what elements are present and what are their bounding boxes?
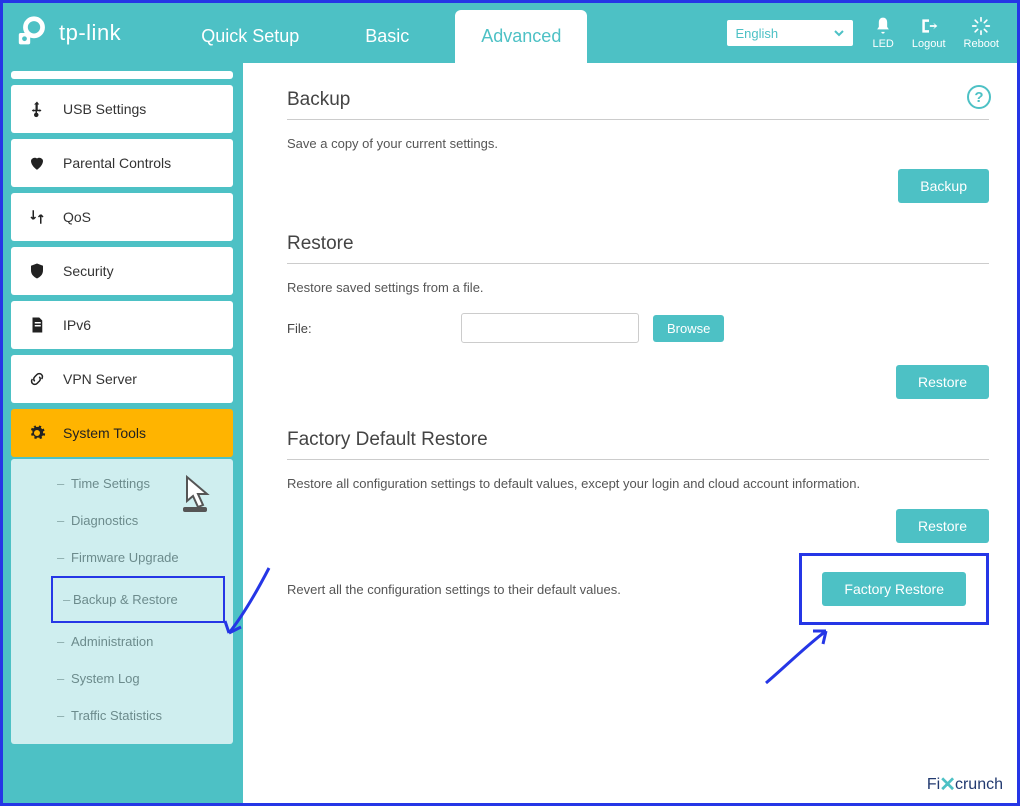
tab-advanced[interactable]: Advanced (455, 10, 587, 65)
logout-button[interactable]: Logout (912, 16, 946, 50)
reboot-icon (971, 16, 991, 36)
sidebar-item-vpn[interactable]: VPN Server (11, 355, 233, 403)
brand-name: tp-link (59, 20, 121, 46)
restore-button[interactable]: Restore (896, 365, 989, 399)
sidebar-item-qos[interactable]: QoS (11, 193, 233, 241)
reboot-button[interactable]: Reboot (964, 16, 999, 50)
submenu-diagnostics[interactable]: Diagnostics (11, 502, 233, 539)
tplink-logo-icon (15, 14, 53, 52)
document-icon (27, 315, 47, 335)
language-value: English (735, 26, 778, 41)
submenu-administration[interactable]: Administration (11, 623, 233, 660)
watermark-part-a: Fi (927, 776, 940, 794)
brand-logo: tp-link (15, 14, 121, 52)
sidebar-label: System Tools (63, 425, 146, 441)
language-select[interactable]: English (726, 19, 854, 47)
led-button[interactable]: LED (872, 16, 893, 50)
watermark-part-b: crunch (955, 776, 1003, 794)
submenu-firmware-upgrade[interactable]: Firmware Upgrade (11, 539, 233, 576)
logout-icon (919, 16, 939, 36)
browse-button[interactable]: Browse (653, 315, 724, 342)
sidebar-label: Security (63, 263, 114, 279)
sidebar-item-ipv6[interactable]: IPv6 (11, 301, 233, 349)
section-factory: Factory Default Restore Restore all conf… (287, 429, 989, 625)
chevron-down-icon (833, 27, 845, 39)
watermark: Fi ✕ crunch (927, 772, 1003, 797)
system-tools-submenu: Time Settings Diagnostics Firmware Upgra… (11, 459, 233, 744)
shield-icon (27, 261, 47, 281)
led-label: LED (872, 38, 893, 50)
submenu-time-settings[interactable]: Time Settings (11, 465, 233, 502)
backup-title: Backup (287, 89, 989, 120)
sidebar-item-security[interactable]: Security (11, 247, 233, 295)
sidebar-item-system-tools[interactable]: System Tools (11, 409, 233, 457)
header: tp-link Quick Setup Basic Advanced Engli… (3, 3, 1017, 63)
restore-title: Restore (287, 233, 989, 264)
sidebar-item-collapsed-top[interactable] (11, 71, 233, 79)
section-restore: Restore Restore saved settings from a fi… (287, 233, 989, 399)
gear-icon (27, 423, 47, 443)
watermark-x-icon: ✕ (939, 772, 956, 797)
factory-title: Factory Default Restore (287, 429, 989, 460)
bell-icon (873, 16, 893, 36)
section-backup: Backup Save a copy of your current setti… (287, 89, 989, 203)
nav-tabs: Quick Setup Basic Advanced (181, 3, 587, 63)
sidebar-label: USB Settings (63, 101, 146, 117)
sidebar-item-usb[interactable]: USB Settings (11, 85, 233, 133)
factory-desc1: Restore all configuration settings to de… (287, 476, 989, 491)
qos-icon (27, 207, 47, 227)
usb-icon (27, 99, 47, 119)
sidebar-label: VPN Server (63, 371, 137, 387)
file-label: File: (287, 321, 447, 336)
content-panel: ? Backup Save a copy of your current set… (243, 63, 1017, 803)
factory-desc2: Revert all the configuration settings to… (287, 582, 621, 597)
submenu-system-log[interactable]: System Log (11, 660, 233, 697)
backup-desc: Save a copy of your current settings. (287, 136, 989, 151)
link-icon (27, 369, 47, 389)
factory-restore-highlight-frame: Factory Restore (799, 553, 989, 625)
body-area: USB Settings Parental Controls QoS Secur… (3, 63, 1017, 803)
sidebar-item-parental[interactable]: Parental Controls (11, 139, 233, 187)
submenu-backup-restore[interactable]: Backup & Restore (51, 576, 225, 623)
reboot-label: Reboot (964, 38, 999, 50)
sidebar-label: QoS (63, 209, 91, 225)
backup-button[interactable]: Backup (898, 169, 989, 203)
restore-desc: Restore saved settings from a file. (287, 280, 989, 295)
heart-icon (27, 153, 47, 173)
header-right: English LED Logout Reboot (726, 16, 999, 50)
help-icon[interactable]: ? (967, 85, 991, 109)
sidebar: USB Settings Parental Controls QoS Secur… (3, 63, 243, 803)
tab-basic[interactable]: Basic (345, 8, 429, 63)
logout-label: Logout (912, 38, 946, 50)
file-input[interactable] (461, 313, 639, 343)
factory-restore-partial-button[interactable]: Restore (896, 509, 989, 543)
sidebar-label: IPv6 (63, 317, 91, 333)
tab-quick-setup[interactable]: Quick Setup (181, 8, 319, 63)
factory-restore-button[interactable]: Factory Restore (822, 572, 966, 606)
sidebar-label: Parental Controls (63, 155, 171, 171)
submenu-traffic-statistics[interactable]: Traffic Statistics (11, 697, 233, 734)
